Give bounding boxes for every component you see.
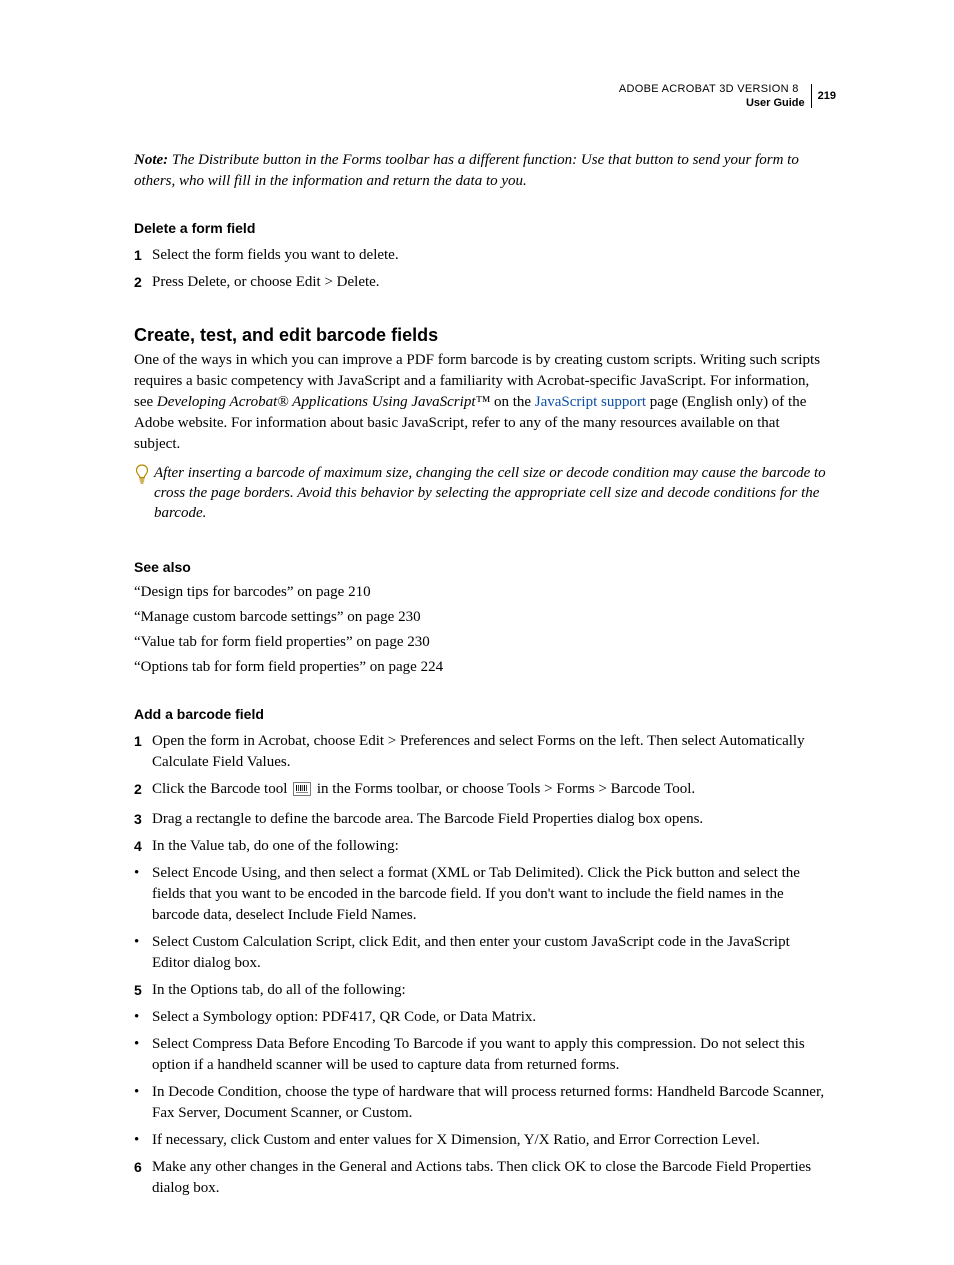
- bullet-icon: •: [134, 932, 152, 974]
- step-text: Make any other changes in the General an…: [152, 1157, 826, 1199]
- bullet-text: Select a Symbology option: PDF417, QR Co…: [152, 1007, 536, 1028]
- lightbulb-icon: [134, 464, 154, 491]
- bullet-icon: •: [134, 1082, 152, 1124]
- tip-text: After inserting a barcode of maximum siz…: [154, 463, 826, 523]
- header-guide: User Guide: [746, 96, 805, 110]
- list-item: 6Make any other changes in the General a…: [134, 1157, 826, 1199]
- step-text: Click the Barcode tool in the Forms tool…: [152, 779, 695, 803]
- step-text: Press Delete, or choose Edit > Delete.: [152, 272, 380, 293]
- list-item: •If necessary, click Custom and enter va…: [134, 1130, 826, 1151]
- see-also-item: “Design tips for barcodes” on page 210: [134, 582, 826, 603]
- tip-callout: After inserting a barcode of maximum siz…: [134, 463, 826, 523]
- list-item: •Select Encode Using, and then select a …: [134, 863, 826, 926]
- list-item: 5In the Options tab, do all of the follo…: [134, 980, 826, 1001]
- page-number: 219: [812, 89, 836, 103]
- bullet-icon: •: [134, 1034, 152, 1076]
- bullet-text: In Decode Condition, choose the type of …: [152, 1082, 826, 1124]
- list-item: •Select Compress Data Before Encoding To…: [134, 1034, 826, 1076]
- list-item: 2 Click the Barcode tool in the Forms to…: [134, 779, 826, 803]
- step-number: 2: [134, 779, 152, 803]
- list-item: 3Drag a rectangle to define the barcode …: [134, 809, 826, 830]
- note-label: Note:: [134, 152, 168, 168]
- step-number: 4: [134, 836, 152, 857]
- see-also-heading: See also: [134, 557, 826, 578]
- list-item: •Select a Symbology option: PDF417, QR C…: [134, 1007, 826, 1028]
- bullet-icon: •: [134, 1130, 152, 1151]
- bullet-text: Select Encode Using, and then select a f…: [152, 863, 826, 926]
- note-text: The Distribute button in the Forms toolb…: [134, 152, 799, 189]
- text: on the: [490, 394, 535, 410]
- step-text: In the Options tab, do all of the follow…: [152, 980, 406, 1001]
- note-paragraph: Note: The Distribute button in the Forms…: [134, 150, 826, 192]
- step-number: 1: [134, 731, 152, 773]
- header-title: ADOBE ACROBAT 3D VERSION 8: [619, 82, 805, 96]
- bullet-text: Select Custom Calculation Script, click …: [152, 932, 826, 974]
- list-item: 2Press Delete, or choose Edit > Delete.: [134, 272, 826, 293]
- list-item: 4In the Value tab, do one of the followi…: [134, 836, 826, 857]
- barcode-section-heading: Create, test, and edit barcode fields: [134, 325, 826, 346]
- step-text: Open the form in Acrobat, choose Edit > …: [152, 731, 826, 773]
- list-item: 1Select the form fields you want to dele…: [134, 245, 826, 266]
- step-number: 2: [134, 272, 152, 293]
- page-header: ADOBE ACROBAT 3D VERSION 8 User Guide 21…: [619, 82, 836, 110]
- barcode-paragraph: One of the ways in which you can improve…: [134, 350, 826, 455]
- bullet-text: If necessary, click Custom and enter val…: [152, 1130, 760, 1151]
- see-also-item: “Options tab for form field properties” …: [134, 657, 826, 678]
- bullet-icon: •: [134, 1007, 152, 1028]
- javascript-support-link[interactable]: JavaScript support: [535, 394, 646, 410]
- list-item: •In Decode Condition, choose the type of…: [134, 1082, 826, 1124]
- list-item: •Select Custom Calculation Script, click…: [134, 932, 826, 974]
- barcode-tool-icon: [293, 782, 311, 803]
- step-number: 5: [134, 980, 152, 1001]
- list-item: 1Open the form in Acrobat, choose Edit >…: [134, 731, 826, 773]
- bullet-text: Select Compress Data Before Encoding To …: [152, 1034, 826, 1076]
- text: in the Forms toolbar, or choose Tools > …: [313, 781, 695, 797]
- step-number: 3: [134, 809, 152, 830]
- step-number: 6: [134, 1157, 152, 1199]
- see-also-item: “Value tab for form field properties” on…: [134, 632, 826, 653]
- text: Click the Barcode tool: [152, 781, 291, 797]
- add-barcode-heading: Add a barcode field: [134, 704, 826, 725]
- delete-form-field-heading: Delete a form field: [134, 218, 826, 239]
- book-title: Developing Acrobat® Applications Using J…: [157, 394, 490, 410]
- step-text: Drag a rectangle to define the barcode a…: [152, 809, 703, 830]
- step-text: Select the form fields you want to delet…: [152, 245, 399, 266]
- step-number: 1: [134, 245, 152, 266]
- see-also-item: “Manage custom barcode settings” on page…: [134, 607, 826, 628]
- step-text: In the Value tab, do one of the followin…: [152, 836, 399, 857]
- bullet-icon: •: [134, 863, 152, 926]
